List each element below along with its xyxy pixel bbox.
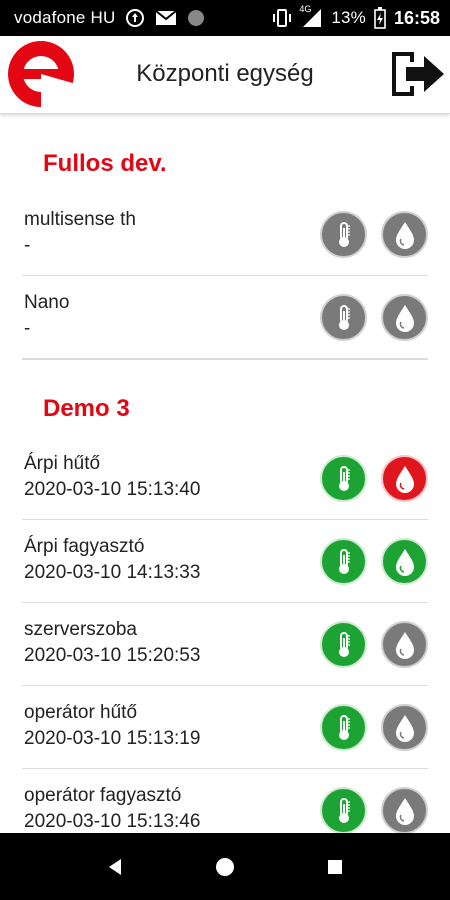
sync-icon [125, 8, 145, 28]
vibrate-icon [271, 8, 293, 28]
device-last-reading: - [24, 318, 31, 339]
humidity-drop-icon[interactable] [381, 538, 428, 585]
status-bar: vodafone HU 4G 13% 16:58 [0, 0, 450, 36]
device-row[interactable]: operátor hűtő 2020-03-10 15:13:19 [22, 686, 428, 769]
system-nav-bar [0, 833, 450, 900]
device-last-reading: 2020-03-10 15:13:19 [24, 728, 201, 749]
thermometer-icon[interactable] [320, 294, 367, 341]
device-row[interactable]: Árpi hűtő 2020-03-10 15:13:40 [22, 437, 428, 520]
device-name: multisense th [24, 209, 136, 230]
device-name: Árpi hűtő [24, 453, 101, 474]
thermometer-icon[interactable] [320, 704, 367, 751]
humidity-drop-icon[interactable] [381, 621, 428, 668]
device-last-reading: 2020-03-10 15:13:46 [24, 811, 201, 832]
device-row[interactable]: multisense th - [22, 193, 428, 276]
humidity-drop-icon[interactable] [381, 211, 428, 258]
device-name: Nano [24, 292, 70, 313]
device-last-reading: - [24, 235, 31, 256]
mail-icon [155, 10, 178, 26]
thermometer-icon[interactable] [320, 538, 367, 585]
device-row[interactable]: Nano - [22, 276, 428, 359]
recents-square-icon [328, 859, 342, 874]
device-last-reading: 2020-03-10 14:13:33 [24, 562, 201, 583]
device-row[interactable]: Árpi fagyasztó 2020-03-10 14:13:33 [22, 520, 428, 603]
app-bar: Központi egység [0, 36, 450, 114]
notification-dot-icon [187, 9, 205, 27]
humidity-drop-icon[interactable] [381, 787, 428, 833]
device-name: Árpi fagyasztó [24, 536, 145, 557]
device-last-reading: 2020-03-10 15:13:40 [24, 479, 201, 500]
humidity-drop-icon[interactable] [381, 294, 428, 341]
carrier-name: vodafone HU [14, 8, 116, 27]
thermometer-icon[interactable] [320, 455, 367, 502]
humidity-drop-icon[interactable] [381, 704, 428, 751]
humidity-drop-icon[interactable] [381, 455, 428, 502]
device-list[interactable]: Fullos dev. multisense th - Nano - Demo … [0, 115, 450, 833]
page-title: Központi egység [136, 60, 314, 87]
device-name: operátor fagyasztó [24, 785, 182, 806]
back-triangle-icon [109, 858, 121, 875]
device-name: szerverszoba [24, 619, 137, 640]
section-title: Demo 3 [22, 359, 428, 437]
home-button[interactable] [205, 847, 245, 887]
thermometer-icon[interactable] [320, 621, 367, 668]
recents-button[interactable] [315, 847, 355, 887]
network-type: 4G [299, 4, 312, 14]
logout-button[interactable] [388, 48, 446, 100]
device-row[interactable]: operátor fagyasztó 2020-03-10 15:13:46 [22, 769, 428, 833]
device-name: operátor hűtő [24, 702, 138, 723]
battery-charging-icon [374, 7, 386, 29]
clock: 16:58 [393, 7, 440, 28]
device-last-reading: 2020-03-10 15:20:53 [24, 645, 201, 666]
thermometer-icon[interactable] [320, 787, 367, 833]
logout-icon [392, 52, 444, 96]
thermometer-icon[interactable] [320, 211, 367, 258]
battery-percent: 13% [331, 8, 366, 27]
home-circle-icon [216, 857, 234, 876]
signal-icon: 4G [299, 4, 323, 28]
back-button[interactable] [95, 847, 135, 887]
device-row[interactable]: szerverszoba 2020-03-10 15:20:53 [22, 603, 428, 686]
section-title: Fullos dev. [43, 150, 167, 177]
